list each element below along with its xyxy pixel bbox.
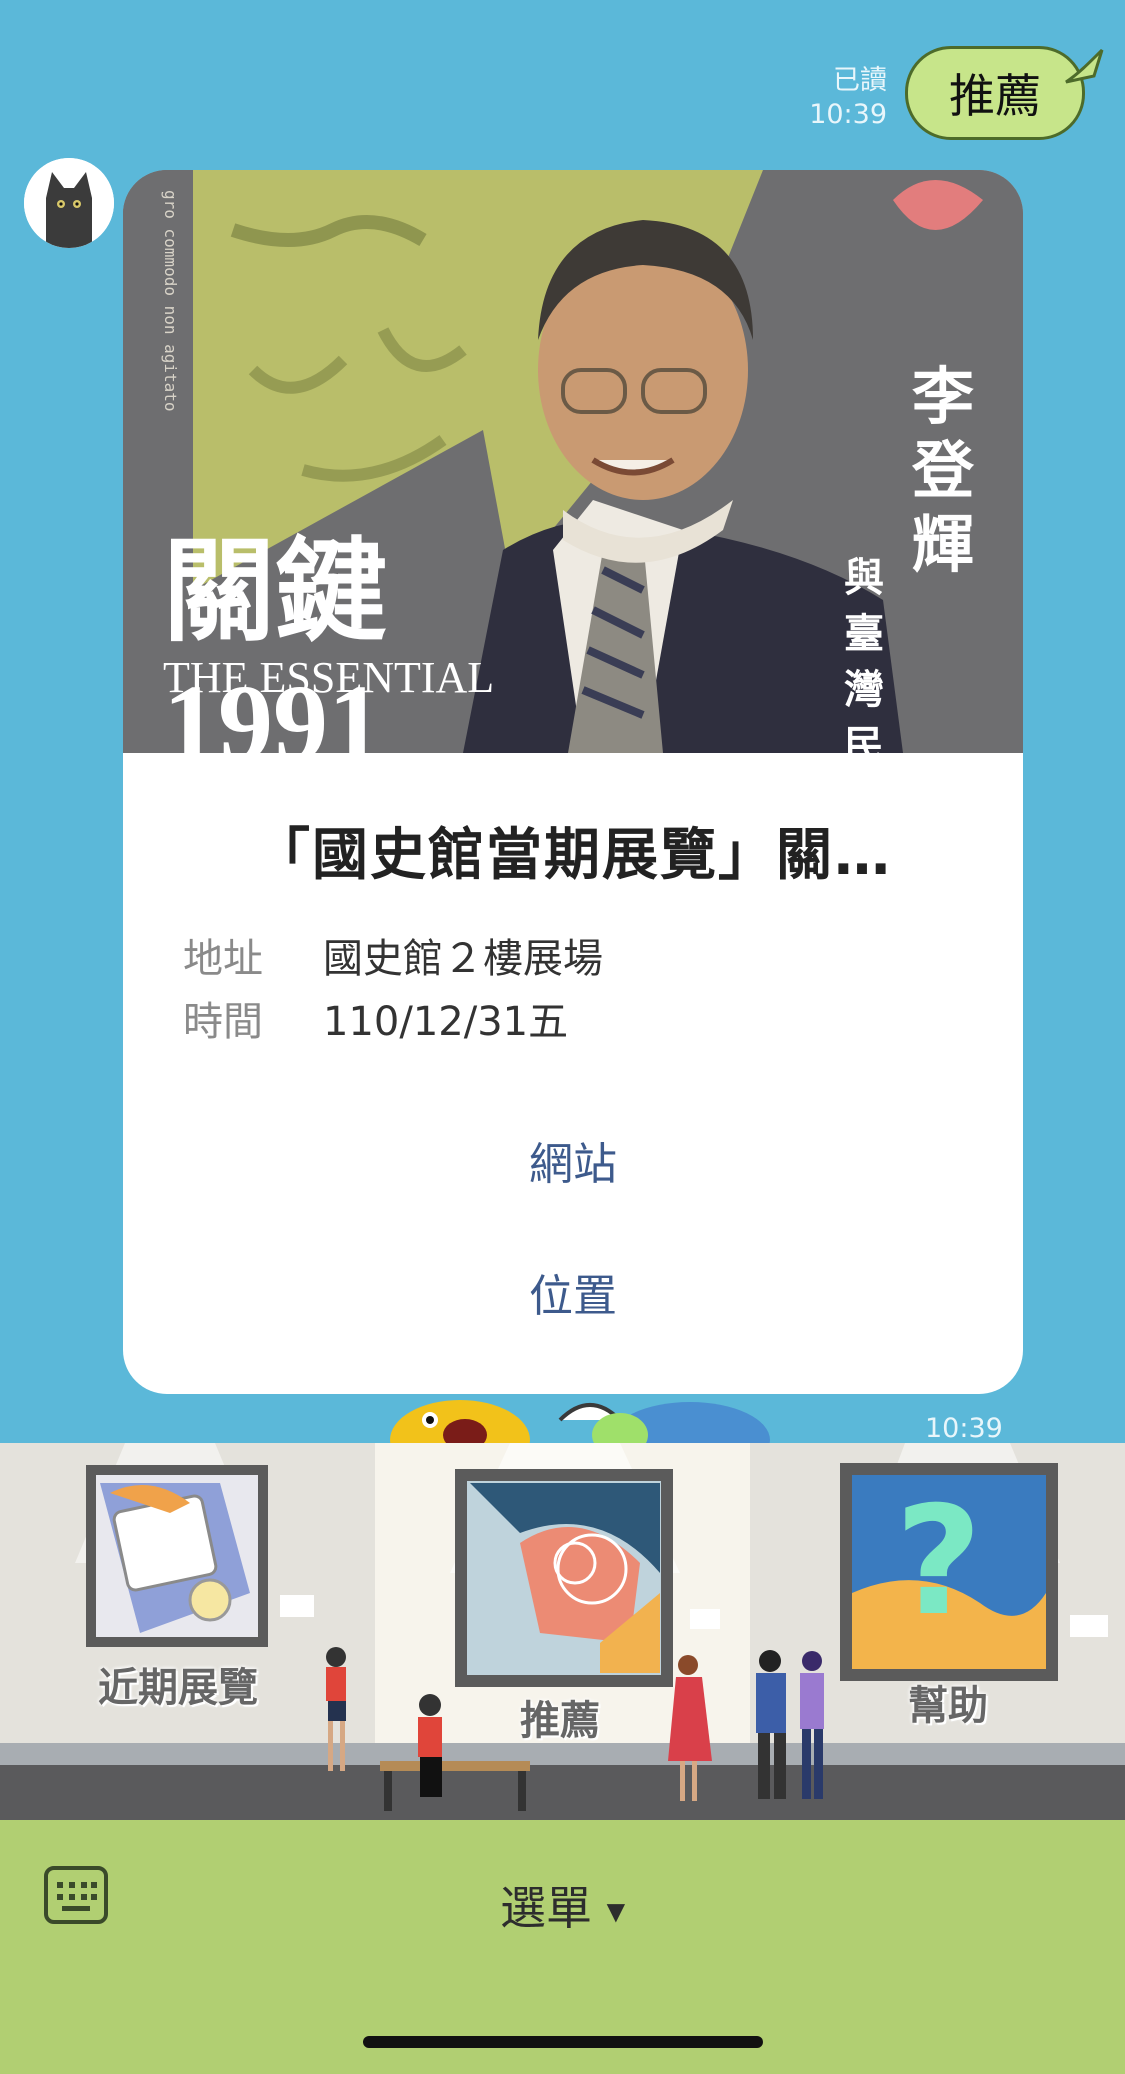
address-row: 地址 國史館２樓展場: [183, 926, 603, 984]
gallery-illustration: ?: [0, 1443, 1125, 1820]
menu-toggle-button[interactable]: 選單 ▼: [0, 1872, 1125, 1938]
hero-motto: gro commodo non agitato: [161, 190, 180, 412]
address-label: 地址: [183, 936, 263, 982]
bot-avatar[interactable]: [24, 158, 114, 248]
bottom-bar: 選單 ▼: [0, 1820, 1125, 2074]
exhibition-card[interactable]: gro commodo non agitato 關鍵 THE ESSENTIAL…: [123, 170, 1023, 1394]
time-label: 時間: [183, 999, 263, 1045]
outgoing-message-text: 推薦: [949, 69, 1041, 123]
message-read-status: 已讀 10:39: [809, 64, 887, 132]
message-time: 10:39: [809, 99, 887, 130]
outgoing-message-bubble[interactable]: 推薦: [905, 46, 1085, 140]
bubble-tail: [1065, 48, 1104, 84]
question-icon: ?: [895, 1475, 982, 1649]
rich-menu-help[interactable]: 幫助: [908, 1673, 988, 1731]
location-link[interactable]: 位置: [123, 1260, 1023, 1324]
sticker-time: 10:39: [925, 1413, 1003, 1444]
home-indicator: [363, 2036, 763, 2048]
time-row: 時間 110/12/31五: [183, 989, 568, 1047]
cat-icon: [24, 158, 114, 248]
hero-side-subtitle: 與臺灣民: [844, 554, 884, 753]
exhibition-hero-image[interactable]: gro commodo non agitato 關鍵 THE ESSENTIAL…: [123, 170, 1023, 753]
hero-big-title: 關鍵: [163, 526, 387, 657]
address-value: 國史館２樓展場: [323, 936, 603, 982]
website-link[interactable]: 網站: [123, 1128, 1023, 1192]
read-label: 已讀: [833, 65, 887, 96]
rich-menu-recommend[interactable]: 推薦: [520, 1688, 600, 1746]
hero-year-fragment: 1991: [163, 662, 383, 753]
hero-side-title: 李登輝: [911, 360, 974, 581]
rich-menu-recent[interactable]: 近期展覽: [98, 1655, 258, 1713]
time-value: 110/12/31五: [323, 999, 569, 1045]
exhibition-title: 「國史館當期展覽」關…: [254, 823, 892, 888]
caret-down-icon: ▼: [606, 1897, 626, 1926]
menu-toggle-label: 選單: [499, 1881, 592, 1935]
rich-menu: ? 近期展覽 推薦 幫助: [0, 1443, 1125, 1820]
